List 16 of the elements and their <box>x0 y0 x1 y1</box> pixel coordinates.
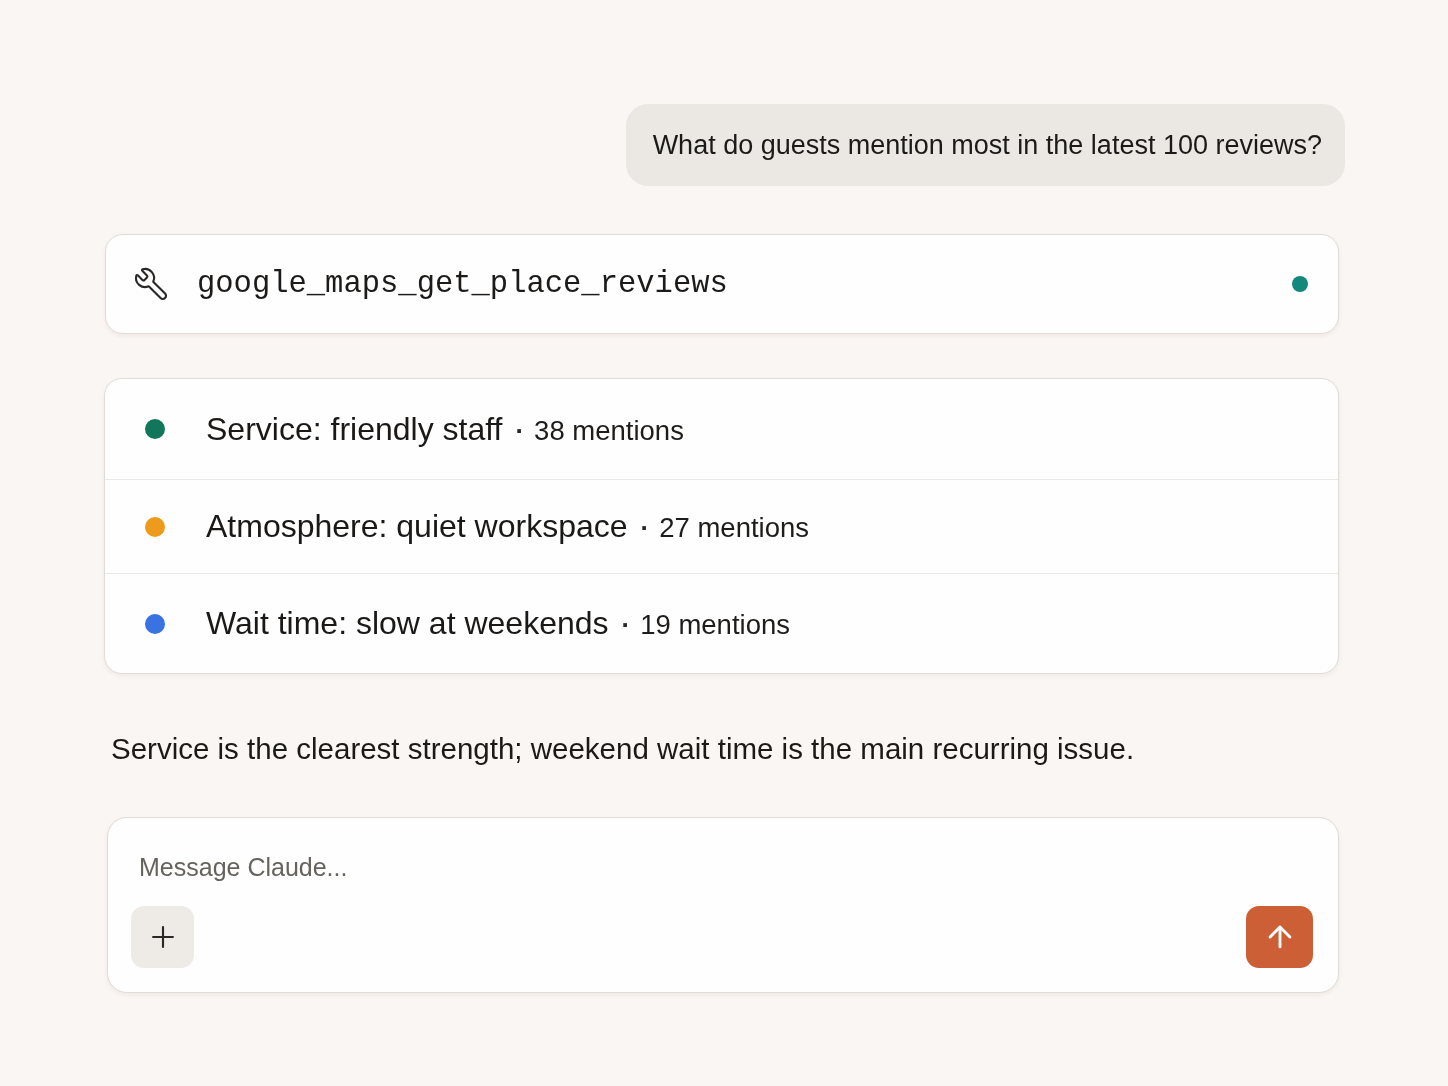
separator-text: · <box>640 513 650 544</box>
mention-count: 38 mentions <box>534 414 684 447</box>
topic-label: Wait time: slow at weekends <box>206 605 609 642</box>
send-button[interactable] <box>1246 906 1313 968</box>
add-button[interactable] <box>131 906 194 968</box>
topic-label: Atmosphere: quiet workspace <box>206 508 628 545</box>
separator-text: · <box>515 415 525 447</box>
wrench-icon <box>133 266 169 302</box>
mention-count: 27 mentions <box>659 512 810 544</box>
user-message: What do guests mention most in the latest 100 reviews? <box>625 104 1345 186</box>
tool-name: google_maps_get_place_reviews <box>197 267 728 301</box>
topic-label: Service: friendly staff <box>206 410 503 448</box>
assistant-reply: Service is the clearest strength; weekend wait time is the main recurring issue. <box>111 732 1135 766</box>
separator-text: · <box>621 610 631 641</box>
mention-count: 19 mentions <box>640 609 790 641</box>
message-input[interactable]: Message Claude... <box>131 848 1313 886</box>
